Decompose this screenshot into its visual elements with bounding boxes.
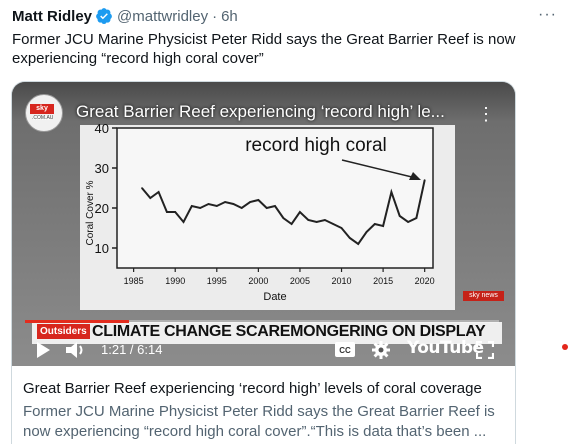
data-point [307, 219, 310, 221]
link-card[interactable]: 10 20 30 40 1985 1990 1995 2000 2005 2010 2015 2020… [11, 81, 516, 444]
data-point [191, 205, 193, 207]
data-point [398, 215, 401, 217]
data-point [282, 217, 285, 219]
notification-dot [562, 344, 568, 350]
data-point [407, 221, 409, 223]
x-tick-label: 2015 [373, 276, 393, 286]
data-point [232, 203, 235, 205]
data-point [299, 211, 301, 213]
y-tick-label: 10 [95, 241, 109, 256]
x-tick-label: 2005 [290, 276, 310, 286]
coral-cover-chart: 10 20 30 40 1985 1990 1995 2000 2005 2010 2015 2020… [85, 121, 435, 303]
data-point [265, 207, 268, 209]
data-point [207, 203, 210, 205]
y-axis-label: Coral Cover % [85, 180, 96, 245]
play-icon[interactable] [34, 340, 52, 360]
x-axis-label: Date [263, 291, 286, 303]
data-point [373, 223, 376, 225]
data-point [157, 191, 160, 193]
video-time: 1:21 / 6:14 [101, 342, 163, 357]
author-name[interactable]: Matt Ridley [12, 8, 92, 25]
data-point [315, 221, 318, 223]
data-point [174, 211, 177, 213]
tweet-header: Matt Ridley @mattwridley · 6h ··· [12, 6, 557, 26]
x-tick-label: 2000 [248, 276, 268, 286]
data-point [166, 211, 168, 213]
youtube-logo[interactable]: YouTube [407, 338, 484, 358]
data-point [224, 201, 226, 203]
progress-fill [25, 320, 129, 323]
data-point [349, 237, 351, 239]
data-point [340, 227, 343, 229]
data-point [274, 205, 276, 207]
sky-news-watermark: sky news [463, 291, 504, 301]
data-point [257, 199, 260, 201]
data-point [182, 221, 185, 223]
card-description: Former JCU Marine Physicist Peter Ridd s… [23, 403, 495, 440]
data-point [240, 207, 243, 209]
separator-dot: · [212, 7, 218, 25]
x-tick-label: 1990 [165, 276, 185, 286]
data-point [324, 219, 326, 221]
data-point [382, 225, 384, 227]
data-point [423, 179, 426, 181]
fullscreen-icon[interactable] [476, 341, 494, 359]
cc-icon[interactable]: CC [334, 341, 356, 358]
card-title[interactable]: Great Barrier Reef experiencing ‘record … [23, 380, 508, 397]
data-point [149, 197, 152, 199]
tweet-time[interactable]: 6h [221, 8, 238, 25]
y-tick-label: 30 [95, 161, 109, 176]
data-point [332, 223, 335, 225]
verified-badge-icon [96, 8, 112, 25]
sky-news-logo: sky news [30, 104, 54, 122]
svg-text:CC: CC [339, 346, 351, 355]
x-tick-label: 2020 [415, 276, 435, 286]
chart-title: record high coral [245, 135, 387, 156]
author-handle[interactable]: @mattwridley [117, 8, 208, 25]
gear-icon[interactable] [371, 340, 391, 360]
video-title[interactable]: Great Barrier Reef experiencing ‘record … [76, 102, 445, 122]
data-point [141, 187, 143, 189]
y-tick-label: 40 [95, 121, 109, 136]
data-point [415, 217, 418, 219]
more-options-icon[interactable]: ··· [538, 6, 557, 24]
data-point [290, 223, 293, 225]
x-tick-label: 1985 [124, 276, 144, 286]
logo-sub: .COM.AU [32, 115, 54, 121]
tweet-text: Former JCU Marine Physicist Peter Ridd s… [12, 31, 516, 67]
y-tick-label: 20 [95, 201, 109, 216]
data-point [215, 205, 218, 207]
video-player[interactable]: 10 20 30 40 1985 1990 1995 2000 2005 2010 2015 2020… [12, 82, 515, 366]
x-tick-label: 1995 [207, 276, 227, 286]
data-point [357, 243, 359, 245]
data-point [249, 201, 251, 203]
data-point [390, 191, 393, 193]
volume-icon[interactable] [64, 340, 88, 360]
video-controls: 1:21 / 6:14 CC YouTube [12, 334, 515, 366]
video-more-icon[interactable]: ⋮ [477, 104, 495, 125]
data-point [199, 207, 201, 209]
x-tick-label: 2010 [332, 276, 352, 286]
data-point [365, 231, 368, 233]
